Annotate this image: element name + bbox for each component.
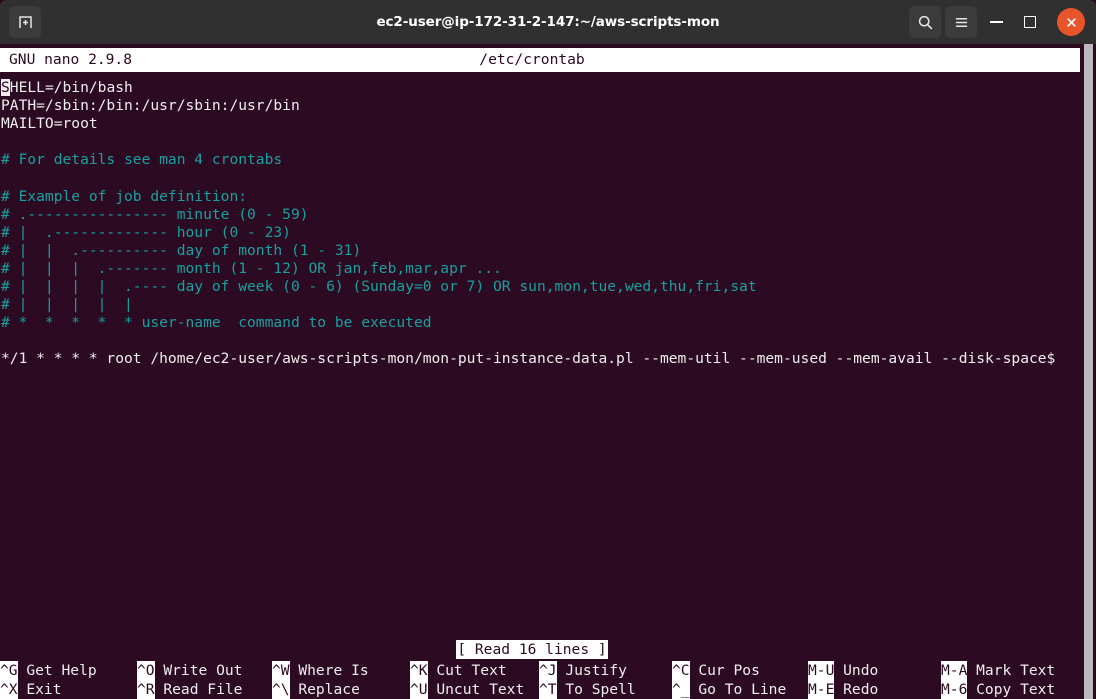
- editor-line: # * * * * * user-name command to be exec…: [1, 314, 432, 332]
- shortcut-label: Get Help: [17, 662, 97, 679]
- terminal-body[interactable]: GNU nano 2.9.8 /etc/crontab SHELL=/bin/b…: [0, 44, 1096, 699]
- shortcut-key: ^R: [137, 680, 155, 699]
- editor-line: */1 * * * * root /home/ec2-user/aws-scri…: [1, 350, 1056, 368]
- shortcut-justify[interactable]: ^J Justify: [539, 661, 627, 680]
- shortcut-replace[interactable]: ^\ Replace: [272, 680, 360, 699]
- shortcut-key: M-U: [808, 661, 835, 680]
- shortcut-key: ^O: [137, 661, 155, 680]
- minimize-icon[interactable]: [981, 7, 1011, 37]
- titlebar-left-controls: [0, 6, 41, 38]
- shortcut-label: Undo: [834, 662, 879, 679]
- shortcut-label: Cur Pos: [689, 662, 760, 679]
- shortcut-key: ^X: [0, 680, 18, 699]
- nano-status-row: [ Read 16 lines ]: [0, 639, 1080, 659]
- shortcut-mark-text[interactable]: M-A Mark Text: [941, 661, 1055, 680]
- nano-title-bar: GNU nano 2.9.8 /etc/crontab: [0, 48, 1080, 72]
- shortcut-redo[interactable]: M-E Redo: [808, 680, 878, 699]
- shortcut-key: ^W: [272, 661, 290, 680]
- shortcut-label: To Spell: [556, 681, 636, 698]
- new-terminal-icon[interactable]: [9, 6, 41, 38]
- editor-line: # | | .---------- day of month (1 - 31): [1, 241, 362, 259]
- shortcut-exit[interactable]: ^X Exit: [0, 680, 62, 699]
- nano-editor[interactable]: GNU nano 2.9.8 /etc/crontab SHELL=/bin/b…: [0, 44, 1096, 699]
- shortcut-label: Redo: [834, 681, 879, 698]
- editor-line: # .---------------- minute (0 - 59): [1, 205, 309, 223]
- shortcut-row-2: ^X Exit ^R Read File ^\ Replace ^U Uncut Te…: [0, 680, 1064, 699]
- terminal-window: ec2-user@ip-172-31-2-147:~/aws-scripts-m…: [0, 0, 1096, 699]
- shortcut-key: ^U: [410, 680, 428, 699]
- maximize-icon[interactable]: [1015, 7, 1045, 37]
- shortcut-label: Write Out: [154, 662, 243, 679]
- text-cursor: S: [1, 79, 10, 96]
- shortcut-label: Copy Text: [967, 681, 1056, 698]
- editor-line: # For details see man 4 crontabs: [1, 151, 283, 169]
- nano-title-bar-wrap: GNU nano 2.9.8 /etc/crontab: [0, 46, 1080, 72]
- editor-line: PATH=/sbin:/bin:/usr/sbin:/usr/bin: [1, 97, 300, 115]
- editor-line: # | | | .------- month (1 - 12) OR jan,f…: [1, 259, 502, 277]
- editor-line: # | | | | |: [1, 296, 133, 314]
- minimize-glyph: [989, 21, 1003, 23]
- nano-shortcut-bar: ^G Get Help ^O Write Out ^W Where Is ^K Cut…: [0, 661, 1080, 699]
- search-icon[interactable]: [909, 6, 941, 38]
- scrollbar-thumb[interactable]: [1084, 44, 1093, 699]
- shortcut-write-out[interactable]: ^O Write Out: [137, 661, 242, 680]
- window-titlebar[interactable]: ec2-user@ip-172-31-2-147:~/aws-scripts-m…: [0, 0, 1096, 44]
- close-icon[interactable]: [1057, 8, 1085, 36]
- editor-line: # Example of job definition:: [1, 187, 248, 205]
- shortcut-label: Read File: [154, 681, 243, 698]
- shortcut-key: ^K: [410, 661, 428, 680]
- editor-line: # | | | | .---- day of week (0 - 6) (Sun…: [1, 278, 757, 296]
- nano-filename-label: /etc/crontab: [479, 50, 585, 68]
- shortcut-key: M-A: [941, 661, 968, 680]
- shortcut-key: ^T: [539, 680, 557, 699]
- titlebar-right-controls: [909, 6, 1096, 38]
- nano-status-message: [ Read 16 lines ]: [456, 639, 608, 659]
- hamburger-menu-icon[interactable]: [945, 6, 977, 38]
- terminal-scrollbar[interactable]: [1083, 44, 1094, 699]
- shortcut-key: ^J: [539, 661, 557, 680]
- shortcut-label: Uncut Text: [427, 681, 525, 698]
- shortcut-get-help[interactable]: ^G Get Help: [0, 661, 97, 680]
- shortcut-key: ^_: [672, 680, 690, 699]
- shortcut-label: Replace: [289, 681, 360, 698]
- shortcut-label: Justify: [556, 662, 627, 679]
- maximize-glyph: [1024, 16, 1036, 28]
- shortcut-where-is[interactable]: ^W Where Is: [272, 661, 369, 680]
- shortcut-row-1: ^G Get Help ^O Write Out ^W Where Is ^K Cut…: [0, 661, 1064, 680]
- shortcut-label: Go To Line: [689, 681, 787, 698]
- editor-line: # | .------------- hour (0 - 23): [1, 223, 291, 241]
- shortcut-key: M-E: [808, 680, 835, 699]
- shortcut-key: ^C: [672, 661, 690, 680]
- nano-text-area[interactable]: SHELL=/bin/bash PATH=/sbin:/bin:/usr/sbin…: [0, 70, 1080, 639]
- shortcut-go-to-line[interactable]: ^_ Go To Line: [672, 680, 786, 699]
- shortcut-key: ^\: [272, 680, 290, 699]
- nano-version-label: GNU nano 2.9.8: [9, 50, 133, 68]
- shortcut-copy-text[interactable]: M-6 Copy Text: [941, 680, 1055, 699]
- editor-line: SHELL=/bin/bash: [1, 79, 1080, 97]
- shortcut-uncut-text[interactable]: ^U Uncut Text: [410, 680, 524, 699]
- shortcut-key: M-6: [941, 680, 968, 699]
- editor-line: MAILTO=root: [1, 115, 98, 133]
- shortcut-label: Cut Text: [427, 662, 507, 679]
- editor-line-text: HELL=/bin/bash: [9, 79, 133, 96]
- shortcut-label: Exit: [17, 681, 62, 698]
- shortcut-cur-pos[interactable]: ^C Cur Pos: [672, 661, 760, 680]
- shortcut-label: Mark Text: [967, 662, 1056, 679]
- shortcut-cut-text[interactable]: ^K Cut Text: [410, 661, 507, 680]
- shortcut-undo[interactable]: M-U Undo: [808, 661, 878, 680]
- shortcut-key: ^G: [0, 661, 18, 680]
- shortcut-label: Where Is: [289, 662, 369, 679]
- shortcut-read-file[interactable]: ^R Read File: [137, 680, 242, 699]
- shortcut-to-spell[interactable]: ^T To Spell: [539, 680, 636, 699]
